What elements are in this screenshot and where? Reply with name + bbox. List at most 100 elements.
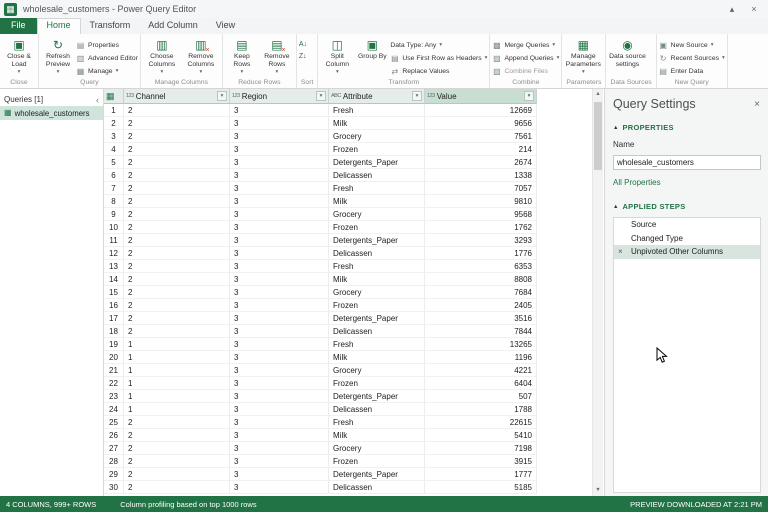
status-profiling-note[interactable]: Column profiling based on top 1000 rows (120, 500, 256, 509)
attribute-cell[interactable]: Detergents_Paper (329, 156, 425, 169)
region-cell[interactable]: 3 (230, 130, 329, 143)
row-number-cell[interactable]: 23 (104, 390, 124, 403)
attribute-cell[interactable]: Detergents_Paper (329, 234, 425, 247)
row-number-cell[interactable]: 11 (104, 234, 124, 247)
row-number-cell[interactable]: 26 (104, 429, 124, 442)
value-cell[interactable]: 1777 (425, 468, 537, 481)
row-number-cell[interactable]: 19 (104, 338, 124, 351)
value-cell[interactable]: 7561 (425, 130, 537, 143)
vertical-scrollbar[interactable]: ▲ ▼ (592, 89, 603, 496)
value-cell[interactable]: 12669 (425, 104, 537, 117)
value-cell[interactable]: 7844 (425, 325, 537, 338)
filter-button[interactable]: ▾ (524, 91, 534, 101)
channel-cell[interactable]: 1 (124, 351, 230, 364)
channel-cell[interactable]: 1 (124, 390, 230, 403)
applied-steps-section-header[interactable]: APPLIED STEPS (622, 202, 685, 211)
channel-cell[interactable]: 1 (124, 377, 230, 390)
query-list-item[interactable]: ▦ wholesale_customers (0, 106, 103, 120)
region-cell[interactable]: 3 (230, 390, 329, 403)
close-pane-icon[interactable]: × (754, 99, 760, 110)
channel-cell[interactable]: 2 (124, 247, 230, 260)
attribute-cell[interactable]: Delicassen (329, 169, 425, 182)
section-toggle-icon[interactable]: ▲ (613, 204, 618, 210)
value-cell[interactable]: 4221 (425, 364, 537, 377)
attribute-cell[interactable]: Frozen (329, 299, 425, 312)
ribbon-collapse-button[interactable]: ▴ (722, 2, 742, 16)
row-number-cell[interactable]: 5 (104, 156, 124, 169)
row-number-cell[interactable]: 10 (104, 221, 124, 234)
region-cell[interactable]: 3 (230, 429, 329, 442)
column-header-attribute[interactable]: ABC Attribute ▾ (329, 89, 425, 104)
channel-cell[interactable]: 2 (124, 286, 230, 299)
append-queries-button[interactable]: ▨ Append Queries ▾ (492, 52, 559, 64)
refresh-preview-button[interactable]: ↻ Refresh Preview ▾ (41, 36, 75, 75)
replace-values-button[interactable]: ⇄ Replace Values (390, 65, 487, 77)
attribute-cell[interactable]: Fresh (329, 182, 425, 195)
applied-step-unpivoted-other-columns[interactable]: × Unpivoted Other Columns (614, 245, 760, 259)
region-cell[interactable]: 3 (230, 468, 329, 481)
channel-cell[interactable]: 2 (124, 442, 230, 455)
value-cell[interactable]: 6353 (425, 260, 537, 273)
region-cell[interactable]: 3 (230, 182, 329, 195)
collapse-queries-pane-button[interactable]: ‹ (96, 95, 99, 105)
select-all-corner-cell[interactable]: ▦ (104, 89, 124, 104)
region-cell[interactable]: 3 (230, 403, 329, 416)
region-cell[interactable]: 3 (230, 104, 329, 117)
value-cell[interactable]: 7198 (425, 442, 537, 455)
manage-parameters-button[interactable]: ▦ Manage Parameters ▾ (564, 36, 602, 75)
region-cell[interactable]: 3 (230, 273, 329, 286)
new-source-button[interactable]: ▣ New Source ▾ (659, 39, 725, 51)
row-number-cell[interactable]: 15 (104, 286, 124, 299)
row-number-cell[interactable]: 9 (104, 208, 124, 221)
channel-cell[interactable]: 1 (124, 403, 230, 416)
row-number-cell[interactable]: 25 (104, 416, 124, 429)
channel-cell[interactable]: 2 (124, 273, 230, 286)
row-number-cell[interactable]: 4 (104, 143, 124, 156)
region-cell[interactable]: 3 (230, 416, 329, 429)
row-number-cell[interactable]: 7 (104, 182, 124, 195)
delete-step-icon[interactable]: × (618, 247, 631, 256)
region-cell[interactable]: 3 (230, 260, 329, 273)
channel-cell[interactable]: 2 (124, 416, 230, 429)
row-number-cell[interactable]: 2 (104, 117, 124, 130)
row-number-cell[interactable]: 18 (104, 325, 124, 338)
region-cell[interactable]: 3 (230, 455, 329, 468)
applied-step-changed-type[interactable]: Changed Type (614, 232, 760, 246)
attribute-cell[interactable]: Grocery (329, 364, 425, 377)
row-number-cell[interactable]: 1 (104, 104, 124, 117)
value-cell[interactable]: 1762 (425, 221, 537, 234)
region-cell[interactable]: 3 (230, 234, 329, 247)
channel-cell[interactable]: 2 (124, 481, 230, 494)
attribute-cell[interactable]: Milk (329, 273, 425, 286)
attribute-cell[interactable]: Grocery (329, 286, 425, 299)
tab-view[interactable]: View (207, 18, 244, 34)
row-number-cell[interactable]: 30 (104, 481, 124, 494)
region-cell[interactable]: 3 (230, 195, 329, 208)
split-column-button[interactable]: ◫ Split Column ▾ (320, 36, 354, 75)
region-cell[interactable]: 3 (230, 117, 329, 130)
scrollbar-thumb[interactable] (594, 102, 602, 170)
attribute-cell[interactable]: Frozen (329, 455, 425, 468)
section-toggle-icon[interactable]: ▲ (613, 125, 618, 131)
close-and-load-button[interactable]: ▣ Close & Load ▾ (2, 36, 36, 75)
channel-cell[interactable]: 2 (124, 156, 230, 169)
value-cell[interactable]: 22615 (425, 416, 537, 429)
channel-cell[interactable]: 2 (124, 260, 230, 273)
sort-ascending-button[interactable]: A↓ (299, 39, 307, 50)
attribute-cell[interactable]: Delicassen (329, 403, 425, 416)
attribute-cell[interactable]: Delicassen (329, 247, 425, 260)
region-cell[interactable]: 3 (230, 143, 329, 156)
remove-columns-button[interactable]: ▥× Remove Columns ▾ (182, 36, 220, 75)
attribute-cell[interactable]: Milk (329, 429, 425, 442)
attribute-cell[interactable]: Milk (329, 195, 425, 208)
enter-data-button[interactable]: ▤ Enter Data (659, 65, 725, 77)
row-number-cell[interactable]: 6 (104, 169, 124, 182)
value-cell[interactable]: 8808 (425, 273, 537, 286)
region-cell[interactable]: 3 (230, 442, 329, 455)
channel-cell[interactable]: 2 (124, 117, 230, 130)
value-cell[interactable]: 1788 (425, 403, 537, 416)
text-type-icon[interactable]: ABC (331, 93, 341, 99)
value-cell[interactable]: 6404 (425, 377, 537, 390)
value-cell[interactable]: 1196 (425, 351, 537, 364)
combine-files-button[interactable]: ▧ Combine Files (492, 65, 559, 77)
